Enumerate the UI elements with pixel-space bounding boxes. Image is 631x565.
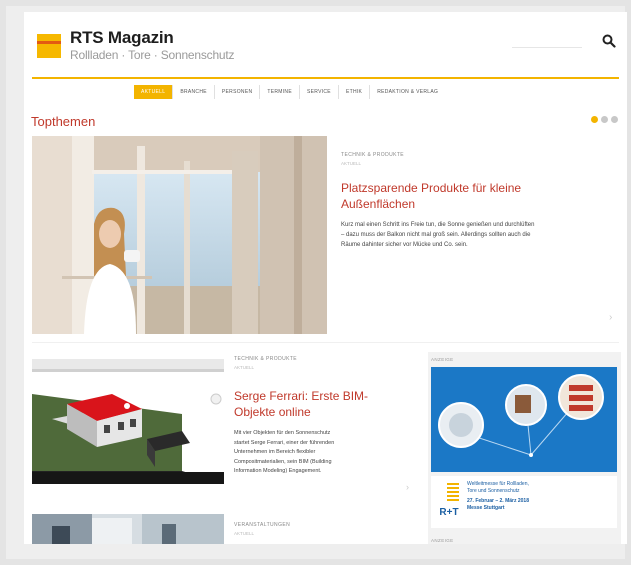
nav-item-service[interactable]: SERVICE (298, 85, 338, 99)
hero-photo (32, 136, 327, 334)
hero-kicker[interactable]: TECHNIK & PRODUKTE (341, 152, 611, 158)
ad-banner-image[interactable] (431, 367, 617, 472)
ad-label-top: ANZEIGE (431, 357, 454, 362)
article3[interactable]: VERANSTALTUNGEN AKTUELL (234, 522, 404, 536)
article3-date: AKTUELL (234, 531, 255, 536)
brand-subtitle: Rollladen · Tore · Sonnenschutz (70, 48, 235, 62)
article2-headline-line2: Objekte online (234, 405, 311, 419)
article2-teaser: Mit vier Objekten für den Sonnenschutz s… (234, 429, 406, 477)
article2-bim-render (32, 359, 224, 484)
screenshot-frame: RTS Magazin Rollladen · Tore · Sonnensch… (6, 6, 627, 559)
rt-logo-icon: R+T (439, 483, 459, 518)
article2-headline-line1: Serge Ferrari: Erste BIM- (234, 389, 369, 403)
search-input[interactable] (512, 38, 582, 48)
nav-item-ethik[interactable]: ETHIK (337, 85, 369, 99)
nav-item-branche[interactable]: BRANCHE (172, 85, 214, 99)
main-nav: AKTUELL BRANCHE PERSONEN TERMINE SERVICE… (134, 85, 445, 99)
ad-banner-graphic (431, 367, 617, 472)
ad-copy: Weltleitmesse für Rollladen, Tore und So… (467, 481, 529, 494)
ad-date-line1: 27. Februar – 2. März 2018 (467, 498, 529, 504)
ad-date: 27. Februar – 2. März 2018 Messe Stuttga… (467, 498, 529, 511)
section-divider (32, 342, 619, 343)
ad-copy-line1: Weltleitmesse für Rollladen, (467, 481, 529, 487)
nav-item-termine[interactable]: TERMINE (259, 85, 299, 99)
nav-item-personen[interactable]: PERSONEN (213, 85, 259, 99)
search-icon[interactable] (602, 34, 616, 48)
sidebar: ANZEIGE R+T Weltleitmesse für Rollladen,… (428, 352, 621, 544)
pager-dot-1[interactable] (591, 116, 598, 123)
rt-logo-text: R+T (439, 507, 458, 518)
pager-dot-2[interactable] (601, 116, 608, 123)
section-title: Topthemen (31, 114, 96, 129)
article3-photo (32, 514, 224, 544)
web-page: RTS Magazin Rollladen · Tore · Sonnensch… (24, 12, 627, 544)
pager-dot-3[interactable] (611, 116, 618, 123)
hero-article[interactable]: TECHNIK & PRODUKTE AKTUELL Platzsparende… (341, 152, 611, 250)
article2-teaser-line5: Information Modeling) Engagement. (234, 468, 322, 474)
article2-teaser-line3: Unternehmen im Bereich flexibler (234, 449, 316, 455)
slider-pager (591, 116, 618, 123)
hero-headline-line2: Außenflächen (341, 197, 416, 211)
hero-teaser-line3: Räume dahinter sicher vor Mücke und Co. … (341, 242, 468, 248)
hero-teaser: Kurz mal einen Schritt ins Freie tun, di… (341, 220, 611, 250)
ad-info-box[interactable]: R+T Weltleitmesse für Rollladen, Tore un… (431, 476, 617, 528)
article3-image[interactable] (32, 514, 224, 544)
article2-teaser-line2: startet Serge Ferrari, einer der führend… (234, 439, 335, 446)
article2-image[interactable] (32, 359, 224, 484)
hero-date: AKTUELL (341, 161, 362, 166)
hero-headline-line1: Platzsparende Produkte für kleine (341, 181, 522, 195)
ad-copy-line2: Tore und Sonnenschutz (467, 487, 520, 494)
brand-name: RTS Magazin (70, 28, 174, 47)
article2-kicker[interactable]: TECHNIK & PRODUKTE (234, 356, 406, 362)
rts-logo-icon[interactable] (37, 34, 61, 58)
article3-kicker[interactable]: VERANSTALTUNGEN (234, 522, 404, 528)
hero-next-arrow-icon[interactable]: › (609, 312, 612, 323)
hero-teaser-line2: – dazu muss der Balkon nicht mal groß se… (341, 232, 531, 238)
article2-date: AKTUELL (234, 365, 255, 370)
article2[interactable]: TECHNIK & PRODUKTE AKTUELL Serge Ferrari… (234, 356, 406, 477)
hero-headline[interactable]: Platzsparende Produkte für kleine Außenf… (341, 180, 611, 212)
brand[interactable]: RTS Magazin Rollladen · Tore · Sonnensch… (70, 28, 235, 62)
nav-item-aktuell[interactable]: AKTUELL (134, 85, 173, 99)
article2-teaser-line4: Compositmaterialien, sein BIM (Building (234, 458, 332, 465)
article2-teaser-line1: Mit vier Objekten für den Sonnenschutz (234, 430, 331, 436)
hero-teaser-line1: Kurz mal einen Schritt ins Freie tun, di… (341, 222, 535, 228)
hero-image[interactable] (32, 136, 327, 334)
nav-item-redaktion-verlag[interactable]: REDAKTION & VERLAG (369, 85, 445, 99)
article2-arrow-icon[interactable]: › (406, 482, 409, 492)
ad-date-line2: Messe Stuttgart (467, 504, 505, 511)
article2-headline[interactable]: Serge Ferrari: Erste BIM- Objekte online (234, 388, 406, 420)
ad-label-bottom: ANZEIGE (431, 538, 454, 543)
header-rule (32, 77, 619, 79)
